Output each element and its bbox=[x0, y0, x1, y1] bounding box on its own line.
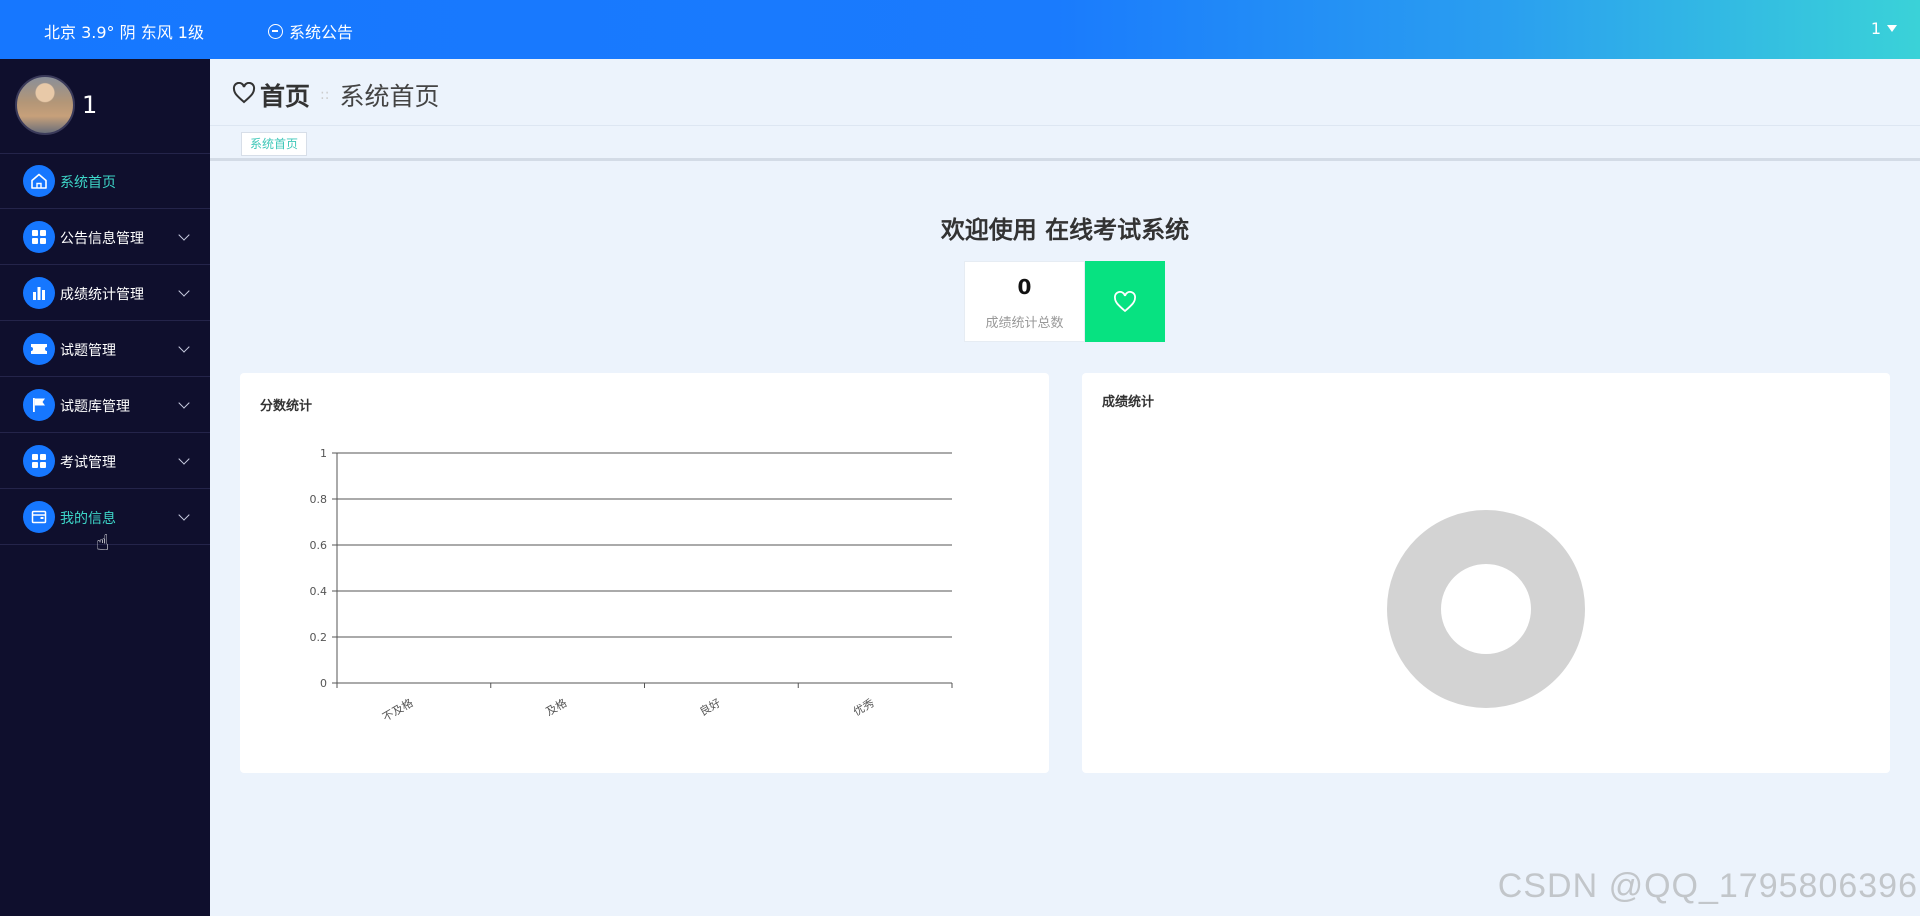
sidebar-item-score-statistics[interactable]: 成绩统计管理 bbox=[0, 265, 210, 321]
stat-label: 成绩统计总数 bbox=[985, 316, 1064, 331]
user-dropdown[interactable]: 1 bbox=[1871, 19, 1897, 38]
sidebar-item-question-bank[interactable]: 试题库管理 bbox=[0, 377, 210, 433]
chevron-down-icon bbox=[178, 284, 190, 297]
profile-block: 1 bbox=[0, 59, 210, 154]
score-bar-chart: 0 0.2 0.4 0.6 0.8 1 不及格 及格 良好 优秀 bbox=[310, 447, 953, 724]
sidebar-item-label: 系统首页 bbox=[60, 175, 116, 191]
username: 1 bbox=[82, 91, 98, 119]
ticket-icon bbox=[23, 332, 55, 365]
welcome-title: 欢迎使用 在线考试系统 bbox=[940, 216, 1190, 244]
sidebar-item-question-management[interactable]: 试题管理 bbox=[0, 321, 210, 377]
system-notice-button[interactable]: 系统公告 bbox=[268, 19, 353, 43]
y-tick-label: 0.8 bbox=[310, 493, 328, 506]
sidebar-item-label: 公告信息管理 bbox=[60, 230, 144, 247]
y-tick-label: 0.2 bbox=[310, 631, 328, 644]
wallet-icon bbox=[23, 500, 55, 533]
chevron-down-icon bbox=[178, 396, 190, 409]
divider bbox=[210, 158, 1920, 161]
flag-icon bbox=[23, 388, 55, 421]
sidebar: 1 系统首页 公告信息管理 成绩统计管理 试题管理 试题库管理 考试管理 我的信… bbox=[0, 59, 210, 916]
sidebar-item-label: 试题库管理 bbox=[60, 398, 130, 415]
watermark: CSDN @QQ_1795806396 bbox=[1497, 867, 1918, 905]
chevron-down-icon bbox=[178, 340, 190, 353]
y-tick-label: 0.4 bbox=[310, 585, 328, 598]
heart-icon bbox=[1114, 290, 1136, 312]
grade-chart-panel: 成绩统计 bbox=[1082, 373, 1890, 773]
avatar[interactable] bbox=[15, 75, 75, 135]
top-bar: 北京 3.9° 阴 东风 1级 系统公告 1 bbox=[0, 0, 1920, 59]
y-tick-label: 0 bbox=[320, 677, 327, 690]
breadcrumb: 首页 :: 系统首页 bbox=[232, 77, 439, 113]
sidebar-item-exam-management[interactable]: 考试管理 bbox=[0, 433, 210, 489]
chevron-down-icon bbox=[178, 452, 190, 465]
minus-circle-icon bbox=[268, 23, 283, 39]
x-tick-label: 不及格 bbox=[380, 695, 416, 724]
divider bbox=[210, 125, 1920, 126]
breadcrumb-separator: :: bbox=[320, 87, 330, 103]
grid-icon bbox=[23, 220, 55, 253]
system-notice-label: 系统公告 bbox=[289, 23, 354, 42]
y-tick-label: 1 bbox=[320, 447, 327, 460]
caret-down-icon bbox=[1887, 25, 1897, 32]
tab-system-home[interactable]: 系统首页 bbox=[241, 132, 308, 156]
sidebar-item-my-info[interactable]: 我的信息 bbox=[0, 489, 210, 545]
x-tick-label: 优秀 bbox=[851, 696, 877, 718]
grid-icon bbox=[23, 444, 55, 477]
bar-chart-icon bbox=[23, 276, 55, 309]
sidebar-item-label: 成绩统计管理 bbox=[60, 286, 144, 303]
stat-card: 0 成绩统计总数 bbox=[964, 261, 1085, 342]
sidebar-item-label: 考试管理 bbox=[60, 454, 116, 471]
user-dropdown-label: 1 bbox=[1870, 19, 1881, 38]
grade-donut-chart bbox=[1387, 510, 1585, 708]
stat-icon-box bbox=[1085, 261, 1165, 342]
chevron-down-icon bbox=[178, 508, 190, 521]
breadcrumb-current: 系统首页 bbox=[339, 82, 440, 111]
breadcrumb-home[interactable]: 首页 bbox=[260, 77, 310, 113]
home-icon bbox=[23, 165, 55, 197]
x-tick-label: 及格 bbox=[543, 695, 569, 718]
score-chart-panel: 分数统计 0 0.2 0.4 0.6 0.8 1 不及格 及格 良好 优秀 bbox=[240, 373, 1049, 773]
sidebar-item-label: 试题管理 bbox=[60, 342, 116, 359]
chevron-down-icon bbox=[178, 228, 190, 241]
weather-info: 北京 3.9° 阴 东风 1级 bbox=[44, 23, 204, 42]
y-tick-label: 0.6 bbox=[310, 539, 328, 552]
sidebar-item-label: 我的信息 bbox=[60, 510, 116, 527]
heart-icon bbox=[232, 81, 256, 108]
x-tick-label: 良好 bbox=[697, 695, 723, 718]
stat-value: 0 bbox=[1017, 275, 1032, 299]
sidebar-item-notice-management[interactable]: 公告信息管理 bbox=[0, 209, 210, 265]
donut-ring bbox=[1387, 510, 1585, 708]
sidebar-item-home[interactable]: 系统首页 bbox=[0, 154, 210, 209]
